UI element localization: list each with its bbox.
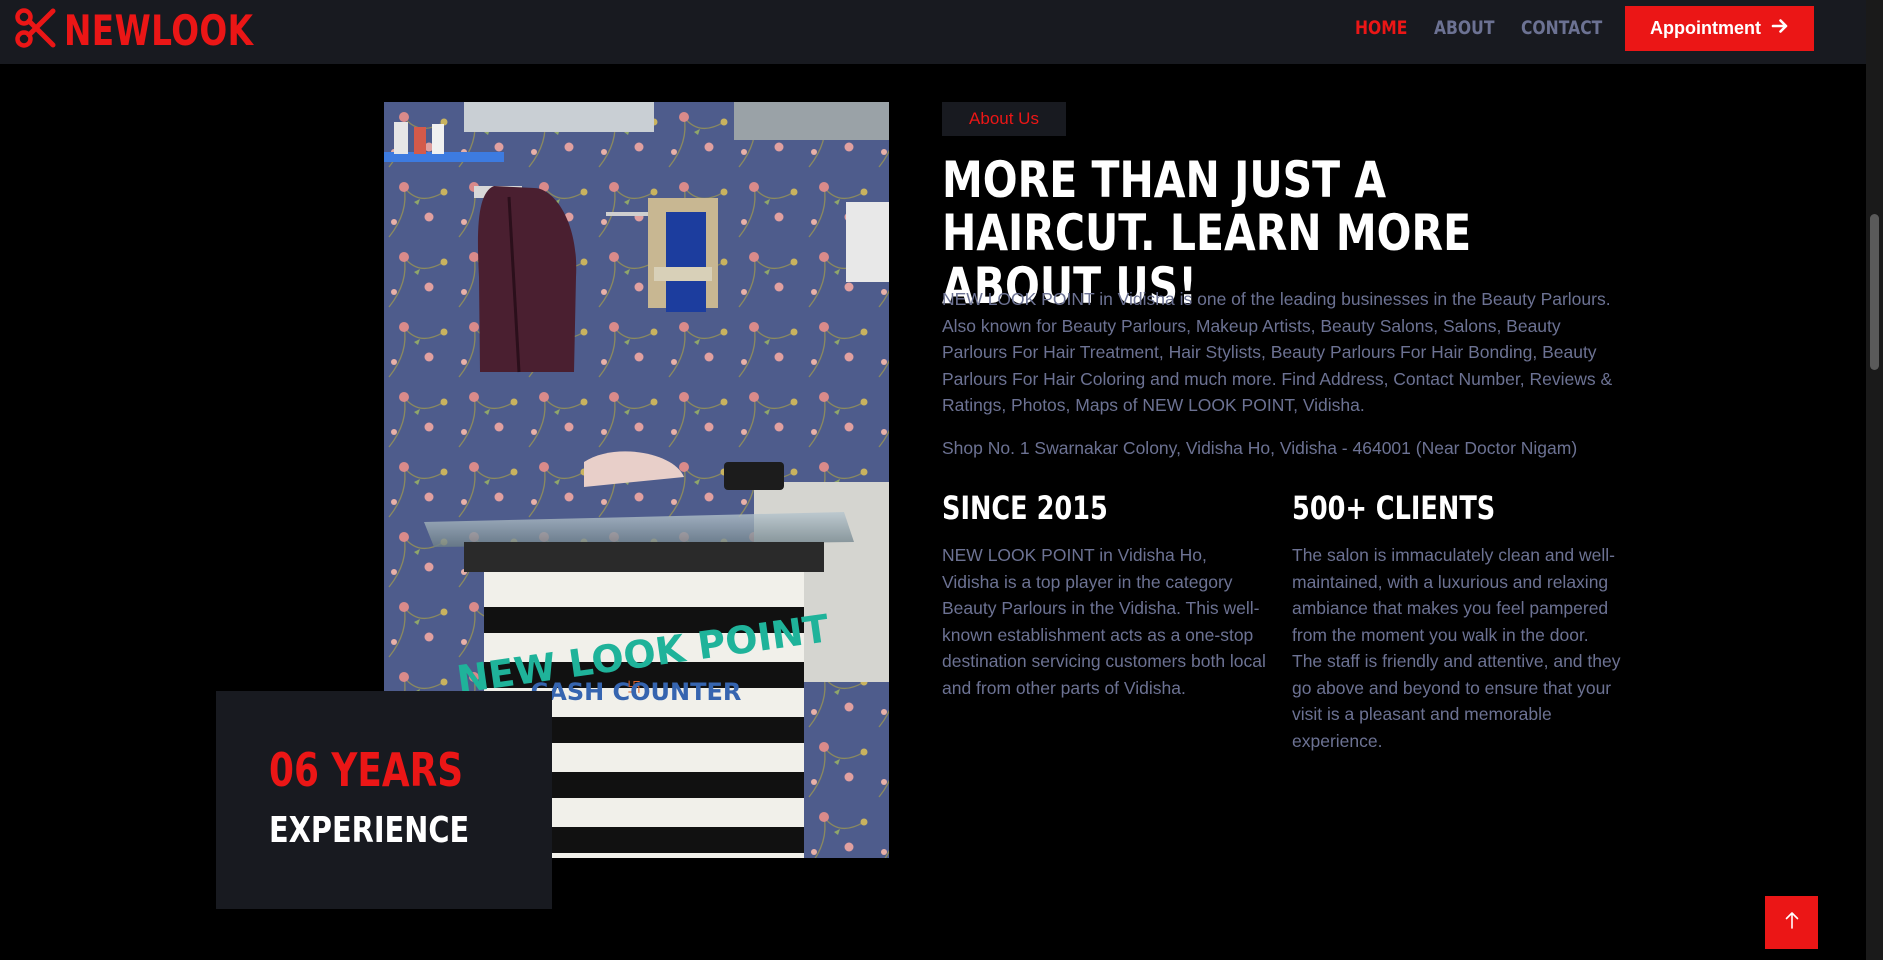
scissors-icon	[14, 4, 56, 57]
stat-since-text: NEW LOOK POINT in Vidisha Ho, Vidisha is…	[942, 545, 1266, 698]
counter-sign-subtext: CASH COUNTER	[531, 678, 742, 706]
navbar: NEWLOOK HOME ABOUT CONTACT Appointment	[0, 0, 1866, 64]
stat-clients-text: The salon is immaculately clean and well…	[1292, 545, 1621, 751]
brand-name: NEWLOOK	[64, 5, 254, 55]
nav-home[interactable]: HOME	[1355, 16, 1407, 40]
nav-contact[interactable]: CONTACT	[1521, 16, 1602, 40]
about-paragraph: NEW LOOK POINT in Vidisha is one of the …	[942, 289, 1613, 415]
scrollbar-thumb[interactable]	[1870, 214, 1879, 370]
back-to-top-button[interactable]	[1765, 896, 1818, 949]
about-badge: About Us	[942, 102, 1066, 136]
arrow-up-icon	[1783, 910, 1801, 935]
appointment-label: Appointment	[1650, 18, 1761, 38]
experience-years: 06 YEARS	[269, 743, 464, 797]
appointment-button[interactable]: Appointment	[1625, 6, 1814, 51]
experience-label: EXPERIENCE	[269, 810, 470, 851]
stat-clients-title: 500+ CLIENTS	[1292, 489, 1496, 527]
arrow-right-icon	[1771, 17, 1789, 40]
stat-since-title: SINCE 2015	[942, 489, 1108, 527]
experience-card: 06 YEARS EXPERIENCE	[216, 691, 552, 909]
page-scrollbar[interactable]	[1866, 0, 1883, 960]
address-text: Shop No. 1 Swarnakar Colony, Vidisha Ho,…	[942, 438, 1578, 458]
brand-logo[interactable]: NEWLOOK	[14, 4, 307, 57]
nav-about[interactable]: ABOUT	[1434, 16, 1494, 40]
